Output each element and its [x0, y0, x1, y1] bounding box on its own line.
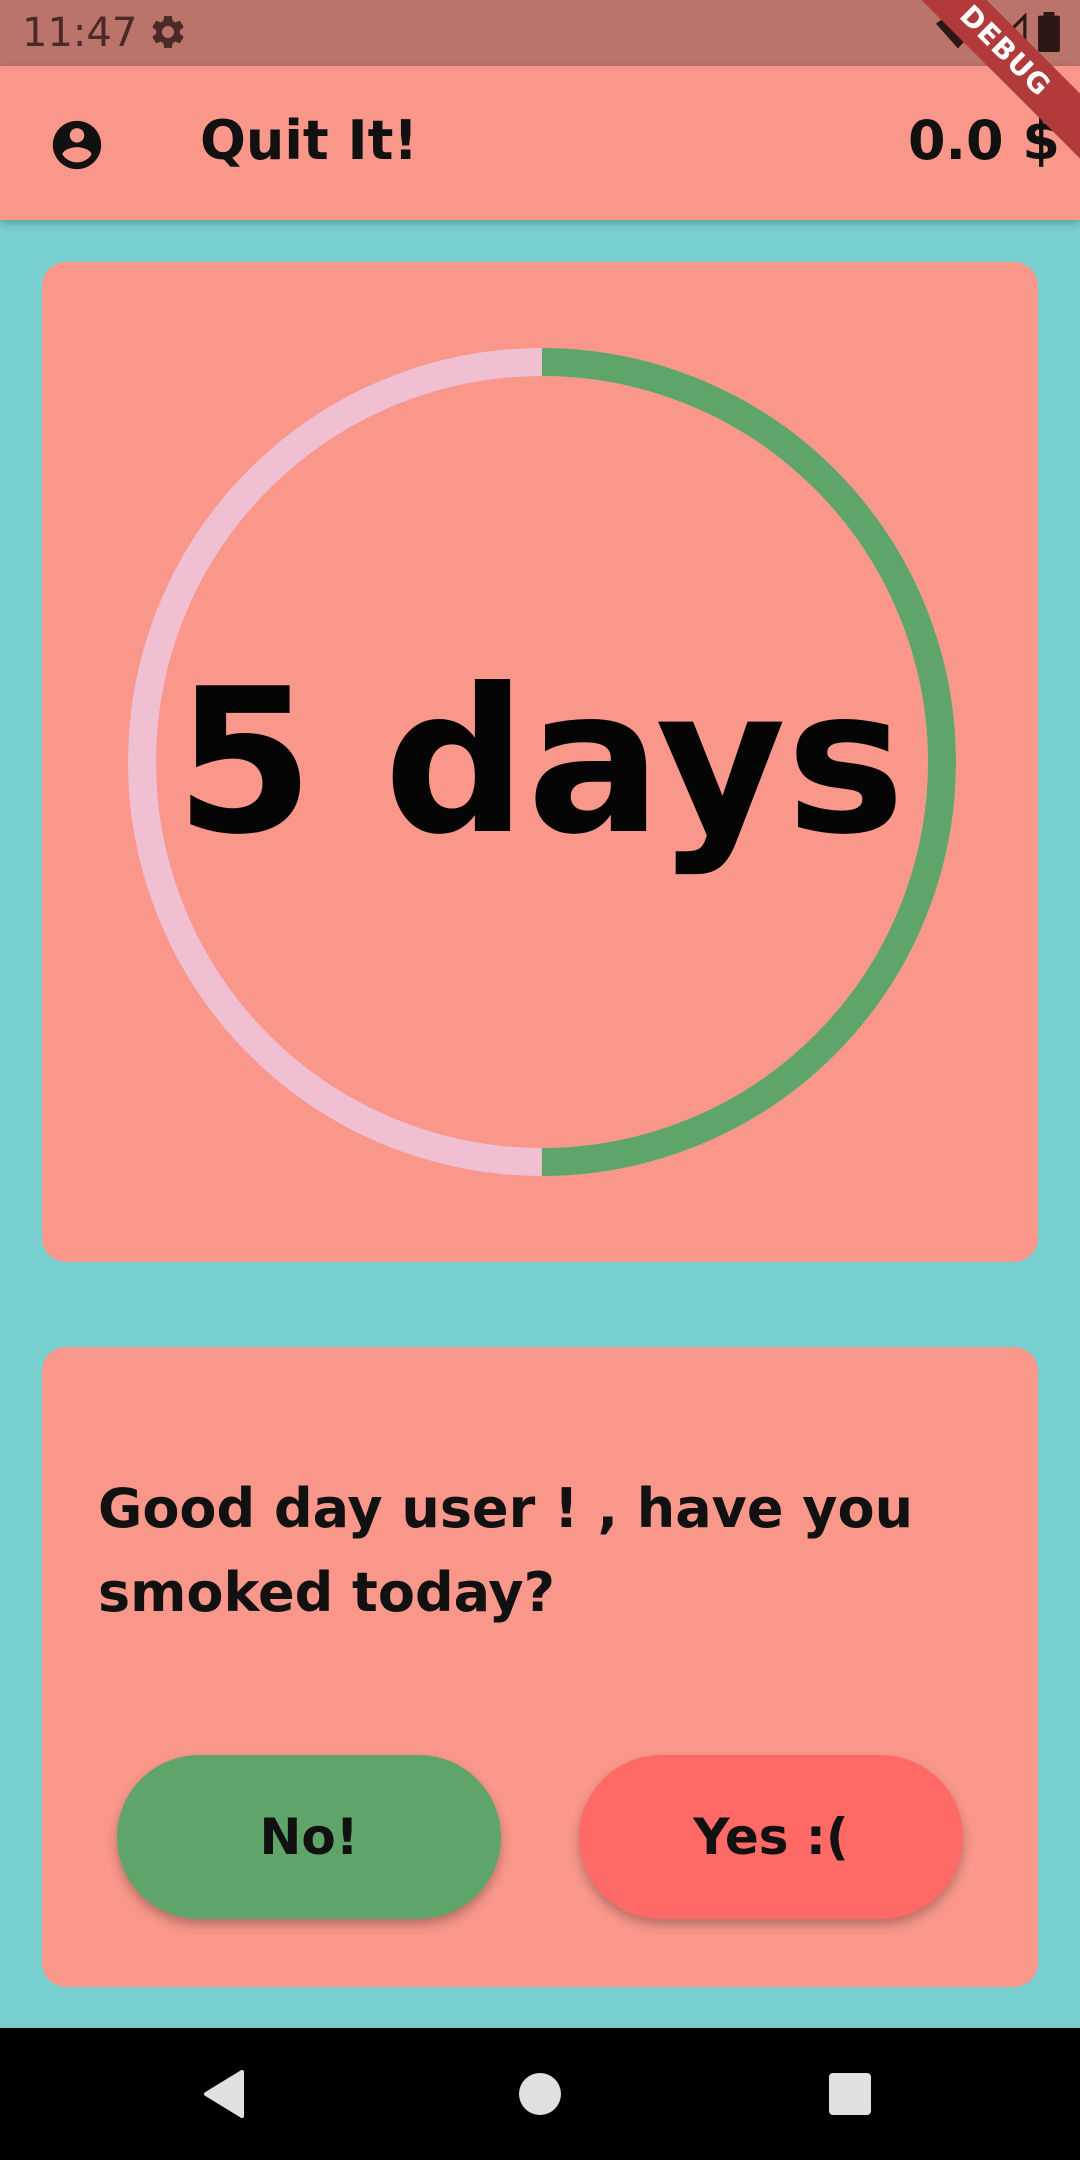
status-time: 11:47	[22, 10, 138, 56]
question-card: Good day user ! , have you smoked today?…	[42, 1347, 1038, 1987]
account-circle-icon[interactable]	[48, 116, 106, 174]
days-counter: 5 days	[174, 645, 906, 879]
status-bar: 11:47	[0, 0, 1080, 66]
back-triangle-icon[interactable]	[196, 2064, 256, 2124]
recents-square-icon[interactable]	[820, 2064, 880, 2124]
yes-button[interactable]: Yes :(	[579, 1755, 963, 1919]
home-circle-icon[interactable]	[510, 2064, 570, 2124]
progress-card: 5 days	[42, 262, 1038, 1262]
gear-icon	[148, 12, 188, 52]
no-button[interactable]: No!	[117, 1755, 501, 1919]
app-bar: Quit It! 0.0 $	[0, 66, 1080, 220]
app-title: Quit It!	[200, 109, 419, 172]
battery-icon	[1038, 12, 1060, 56]
navigation-bar	[0, 2028, 1080, 2160]
question-prompt: Good day user ! , have you smoked today?	[98, 1477, 914, 1624]
